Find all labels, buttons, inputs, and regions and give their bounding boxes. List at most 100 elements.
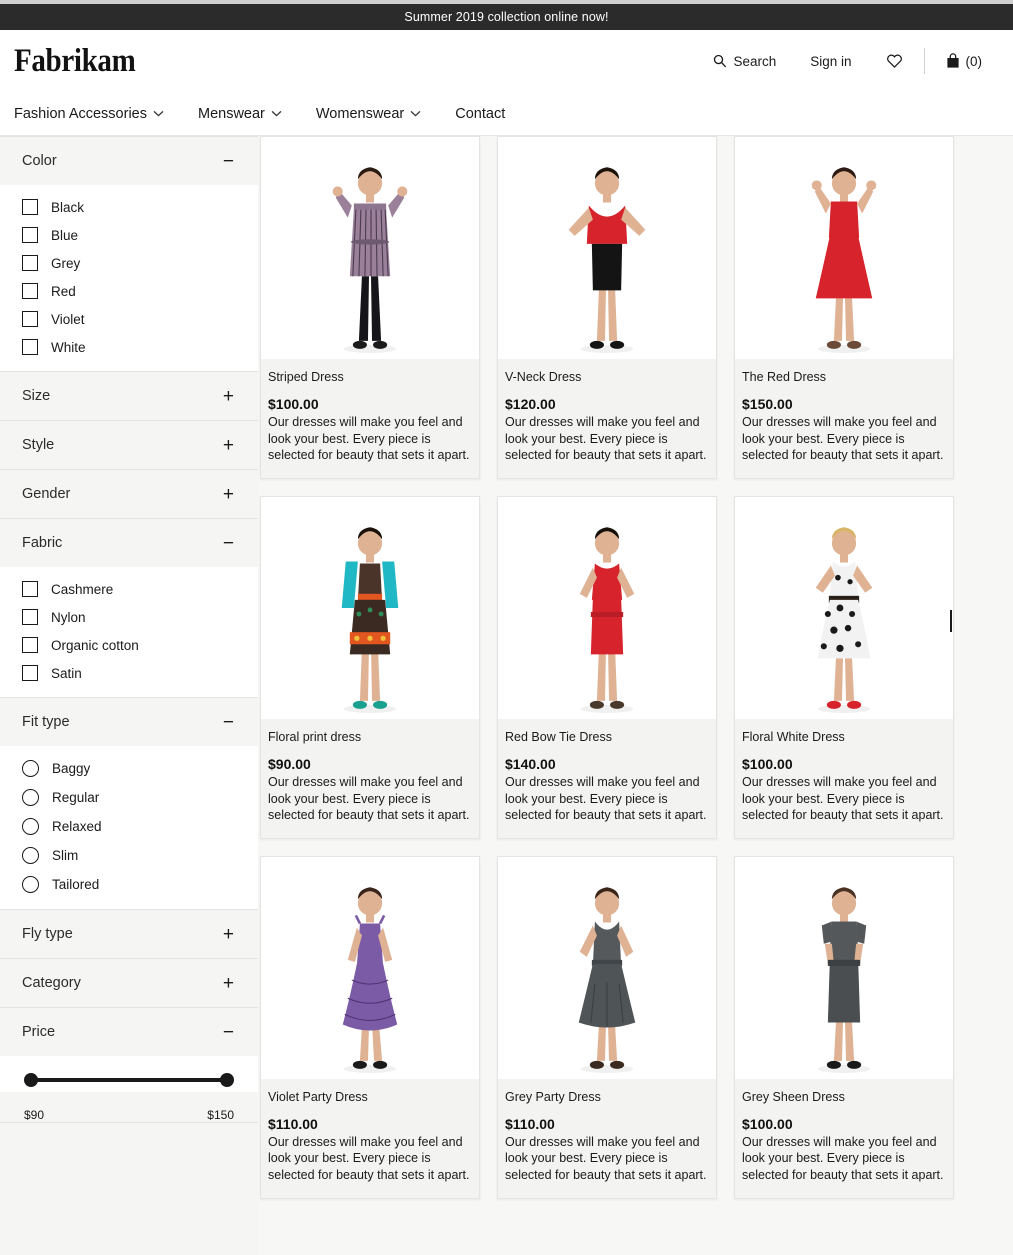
checkbox[interactable]	[22, 665, 38, 681]
product-image[interactable]	[735, 137, 953, 359]
product-card[interactable]: Floral White Dress$100.00Our dresses wil…	[734, 496, 954, 839]
product-image[interactable]	[261, 857, 479, 1079]
checkbox[interactable]	[22, 283, 38, 299]
option-label: White	[51, 340, 86, 355]
facet-header-price[interactable]: Price−	[0, 1008, 258, 1056]
product-description: Our dresses will make you feel and look …	[268, 1134, 472, 1184]
facet-header-fly-type[interactable]: Fly type+	[0, 910, 258, 958]
nav-item-menswear[interactable]: Menswear	[198, 106, 282, 122]
shopping-bag-icon	[946, 53, 960, 69]
nav-item-womenswear[interactable]: Womenswear	[316, 106, 421, 122]
product-image[interactable]	[735, 857, 953, 1079]
product-card[interactable]: Violet Party Dress$110.00Our dresses wil…	[260, 856, 480, 1199]
facet-header-category[interactable]: Category+	[0, 959, 258, 1007]
product-image[interactable]	[498, 497, 716, 719]
product-card[interactable]: Grey Sheen Dress$100.00Our dresses will …	[734, 856, 954, 1199]
radio-option-baggy[interactable]: Baggy	[0, 754, 258, 783]
product-card[interactable]: Grey Party Dress$110.00Our dresses will …	[497, 856, 717, 1199]
checkbox-option-cashmere[interactable]: Cashmere	[0, 575, 258, 603]
radio-button[interactable]	[22, 876, 39, 893]
checkbox-option-grey[interactable]: Grey	[0, 249, 258, 277]
checkbox[interactable]	[22, 637, 38, 653]
product-description: Our dresses will make you feel and look …	[268, 774, 472, 824]
product-image[interactable]	[498, 857, 716, 1079]
product-info: Striped Dress$100.00Our dresses will mak…	[261, 359, 479, 478]
product-name: Grey Sheen Dress	[742, 1090, 946, 1104]
checkbox[interactable]	[22, 339, 38, 355]
product-image[interactable]	[735, 497, 953, 719]
facet-color: Color− BlackBlueGreyRedViolet White	[0, 136, 258, 372]
minus-icon[interactable]: −	[223, 152, 234, 171]
minus-icon[interactable]: −	[223, 1023, 234, 1042]
checkbox-option-blue[interactable]: Blue	[0, 221, 258, 249]
facet-header-style[interactable]: Style+	[0, 421, 258, 469]
facet-options: BaggyRegularRelaxedSlimTailored	[0, 746, 258, 909]
checkbox-option-satin[interactable]: Satin	[0, 659, 258, 687]
plus-icon[interactable]: +	[223, 485, 234, 504]
facet-header-fabric[interactable]: Fabric −	[0, 519, 258, 567]
facet-size: Size+	[0, 372, 258, 421]
plus-icon[interactable]: +	[223, 925, 234, 944]
checkbox[interactable]	[22, 199, 38, 215]
product-price: $110.00	[505, 1116, 709, 1132]
checkbox-option-violet[interactable]: Violet	[0, 305, 258, 333]
checkbox[interactable]	[22, 609, 38, 625]
facet-header-fit-type[interactable]: Fit type−	[0, 698, 258, 746]
price-max-label: $150	[207, 1108, 234, 1122]
minus-icon[interactable]: −	[223, 713, 234, 732]
product-price: $90.00	[268, 756, 472, 772]
radio-button[interactable]	[22, 760, 39, 777]
nav-item-contact[interactable]: Contact	[455, 106, 505, 122]
nav-item-fashion-accessories[interactable]: Fashion Accessories	[14, 106, 164, 122]
radio-option-regular[interactable]: Regular	[0, 783, 258, 812]
product-image[interactable]	[261, 137, 479, 359]
brand-logo[interactable]: Fabrikam	[14, 43, 135, 80]
radio-button[interactable]	[22, 789, 39, 806]
product-name: Floral White Dress	[742, 730, 946, 744]
facet-title: Fabric	[22, 535, 62, 551]
signin-button[interactable]: Sign in	[793, 54, 868, 69]
product-card[interactable]: Red Bow Tie Dress$140.00Our dresses will…	[497, 496, 717, 839]
checkbox-option-nylon[interactable]: Nylon	[0, 603, 258, 631]
plus-icon[interactable]: +	[223, 974, 234, 993]
facet-header-color[interactable]: Color−	[0, 137, 258, 185]
checkbox-option-black[interactable]: Black	[0, 193, 258, 221]
slider-handle-min[interactable]	[24, 1073, 38, 1087]
product-image[interactable]	[261, 497, 479, 719]
plus-icon[interactable]: +	[223, 387, 234, 406]
checkbox[interactable]	[22, 581, 38, 597]
checkbox[interactable]	[22, 255, 38, 271]
radio-button[interactable]	[22, 847, 39, 864]
product-description: Our dresses will make you feel and look …	[505, 774, 709, 824]
product-name: The Red Dress	[742, 370, 946, 384]
search-button[interactable]: Search	[696, 54, 793, 69]
radio-option-slim[interactable]: Slim	[0, 841, 258, 870]
plus-icon[interactable]: +	[223, 436, 234, 455]
checkbox[interactable]	[22, 311, 38, 327]
promo-text: Summer 2019 collection online now!	[404, 10, 608, 24]
radio-button[interactable]	[22, 818, 39, 835]
product-description: Our dresses will make you feel and look …	[505, 1134, 709, 1184]
minus-icon[interactable]: −	[223, 534, 234, 553]
promo-banner: Summer 2019 collection online now!	[0, 4, 1013, 30]
radio-option-relaxed[interactable]: Relaxed	[0, 812, 258, 841]
product-image[interactable]	[498, 137, 716, 359]
slider-handle-max[interactable]	[220, 1073, 234, 1087]
radio-option-tailored[interactable]: Tailored	[0, 870, 258, 899]
product-card[interactable]: V-Neck Dress$120.00Our dresses will make…	[497, 136, 717, 479]
facet-header-gender[interactable]: Gender+	[0, 470, 258, 518]
wishlist-button[interactable]	[869, 53, 920, 69]
cart-button[interactable]: (0)	[929, 53, 1000, 69]
product-card[interactable]: The Red Dress$150.00Our dresses will mak…	[734, 136, 954, 479]
facet-style: Style+	[0, 421, 258, 470]
checkbox-option-organic-cotton[interactable]: Organic cotton	[0, 631, 258, 659]
price-range-slider[interactable]	[24, 1072, 234, 1088]
product-card[interactable]: Striped Dress$100.00Our dresses will mak…	[260, 136, 480, 479]
facet-header-size[interactable]: Size+	[0, 372, 258, 420]
product-card[interactable]: Floral print dress$90.00Our dresses will…	[260, 496, 480, 839]
checkbox-option-white[interactable]: White	[0, 333, 258, 361]
product-description: Our dresses will make you feel and look …	[742, 414, 946, 464]
product-info: Grey Party Dress$110.00Our dresses will …	[498, 1079, 716, 1198]
checkbox-option-red[interactable]: Red	[0, 277, 258, 305]
checkbox[interactable]	[22, 227, 38, 243]
